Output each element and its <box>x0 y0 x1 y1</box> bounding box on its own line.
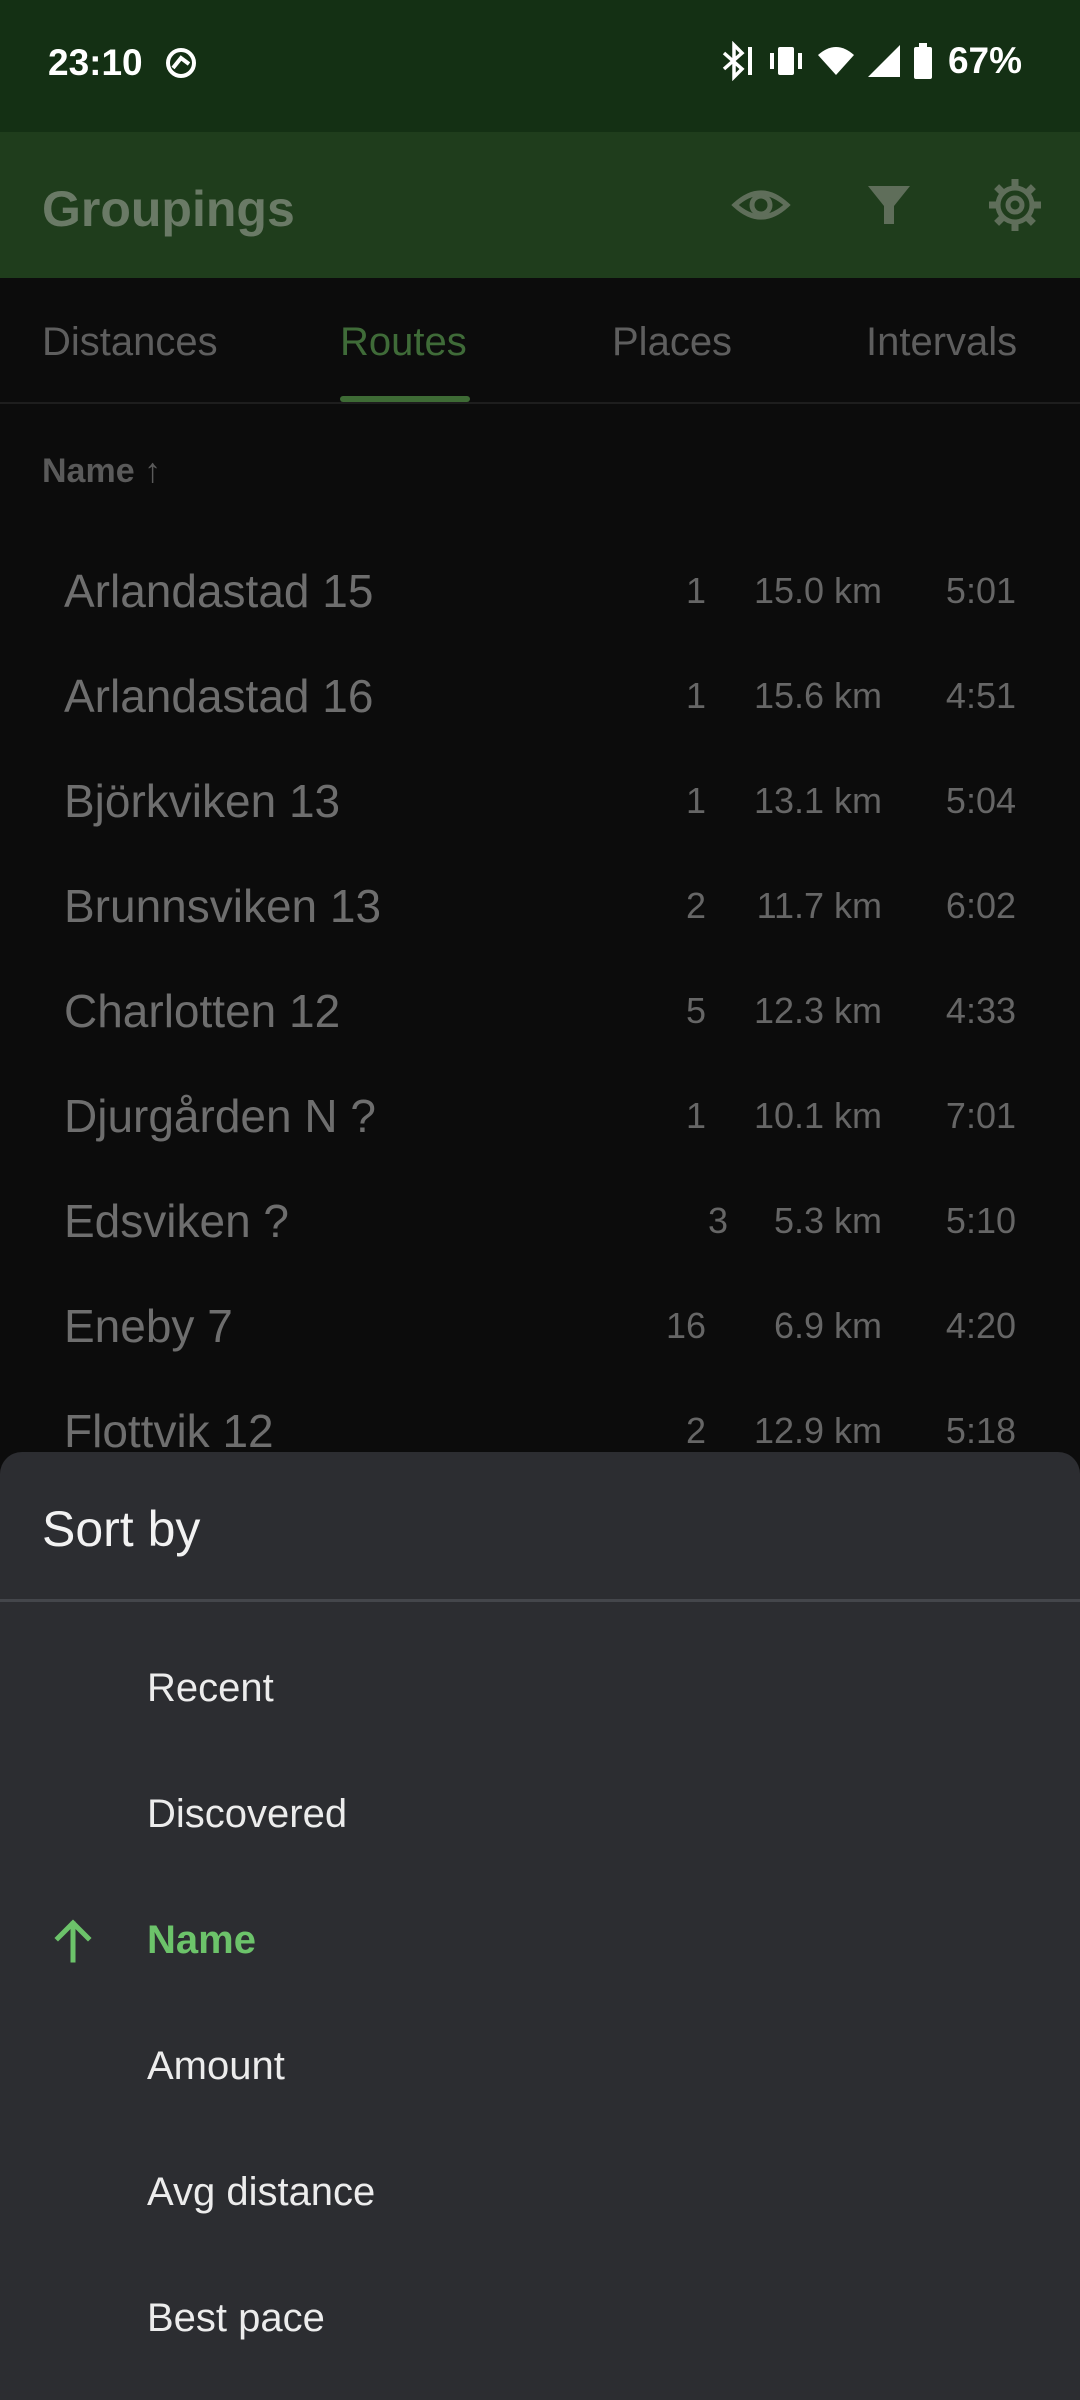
route-name: Björkviken 13 <box>64 775 341 827</box>
route-distance: 6.9 km <box>773 1305 882 1346</box>
route-count: 1 <box>685 780 706 821</box>
route-pace: 4:33 <box>945 990 1016 1031</box>
list-item[interactable]: Eneby 7 16 6.9 km 4:20 <box>0 1273 1080 1377</box>
route-count: 16 <box>665 1305 706 1346</box>
status-icons: 67% <box>716 40 1022 82</box>
tab-bar: Distances Routes Places Intervals <box>0 278 1080 404</box>
route-count: 1 <box>685 570 706 611</box>
sort-option-label: Name <box>147 1918 256 1962</box>
battery-percent: 67% <box>947 40 1022 81</box>
tab-routes[interactable]: Routes <box>340 320 467 365</box>
route-count: 5 <box>685 990 706 1031</box>
sort-option-recent[interactable]: Recent <box>0 1624 1080 1750</box>
filter-icon <box>868 186 910 224</box>
gear-icon <box>989 179 1041 231</box>
sort-option-label: Avg distance <box>147 2170 376 2214</box>
route-pace: 5:04 <box>945 780 1016 821</box>
wifi-icon <box>817 47 854 75</box>
visibility-button[interactable] <box>728 172 794 238</box>
list-item[interactable]: Arlandastad 15 1 15.0 km 5:01 <box>0 538 1080 642</box>
sort-option-discovered[interactable]: Discovered <box>0 1750 1080 1876</box>
route-pace: 7:01 <box>945 1095 1016 1136</box>
route-pace: 5:18 <box>945 1410 1016 1451</box>
list-item[interactable]: Edsviken ? 3 5.3 km 5:10 <box>0 1168 1080 1272</box>
list-item[interactable]: Brunnsviken 13 2 11.7 km 6:02 <box>0 853 1080 957</box>
arrow-up-icon <box>54 1919 92 1963</box>
list-item[interactable]: Djurgården N ? 1 10.1 km 7:01 <box>0 1063 1080 1167</box>
route-count: 2 <box>685 1410 706 1451</box>
route-distance: 12.9 km <box>753 1410 882 1451</box>
sort-option-label: Best pace <box>147 2296 325 2340</box>
bluetooth-icon <box>722 41 752 81</box>
route-distance: 10.1 km <box>753 1095 882 1136</box>
route-distance: 15.0 km <box>753 570 882 611</box>
route-count: 1 <box>685 675 706 716</box>
route-count: 1 <box>685 1095 706 1136</box>
list-item[interactable]: Arlandastad 16 1 15.6 km 4:51 <box>0 643 1080 747</box>
sheet-divider <box>0 1599 1080 1602</box>
sort-option-avg-distance[interactable]: Avg distance <box>0 2128 1080 2254</box>
sort-bottom-sheet: Sort by Recent Discovered Name Amount Av… <box>0 1452 1080 2400</box>
route-name: Charlotten 12 <box>64 985 341 1037</box>
route-pace: 5:10 <box>945 1200 1016 1241</box>
route-pace: 4:51 <box>945 675 1016 716</box>
list-item[interactable]: Björkviken 13 1 13.1 km 5:04 <box>0 748 1080 852</box>
route-distance: 15.6 km <box>753 675 882 716</box>
route-distance: 5.3 km <box>773 1200 882 1241</box>
route-distance: 13.1 km <box>753 780 882 821</box>
sort-option-best-pace[interactable]: Best pace <box>0 2254 1080 2380</box>
route-pace: 5:01 <box>945 570 1016 611</box>
vibrate-icon <box>769 47 802 75</box>
tab-intervals[interactable]: Intervals <box>866 320 1017 365</box>
route-distance: 11.7 km <box>756 885 882 926</box>
route-name: Flottvik 12 <box>64 1405 274 1457</box>
route-name: Eneby 7 <box>64 1300 233 1352</box>
route-name: Arlandastad 15 <box>64 565 374 617</box>
route-name: Djurgården N ? <box>64 1090 376 1142</box>
eye-icon <box>731 190 791 220</box>
route-count: 3 <box>707 1200 728 1241</box>
sort-option-label: Recent <box>147 1666 274 1710</box>
route-name: Edsviken ? <box>64 1195 290 1247</box>
status-time: 23:10 <box>48 42 143 83</box>
sheet-title: Sort by <box>42 1501 201 1557</box>
route-pace: 6:02 <box>945 885 1016 926</box>
tab-distances[interactable]: Distances <box>42 320 218 365</box>
route-pace: 4:20 <box>945 1305 1016 1346</box>
active-tab-indicator <box>340 396 470 402</box>
cellular-signal-icon <box>867 45 900 77</box>
filter-button[interactable] <box>856 172 922 238</box>
sort-option-amount[interactable]: Amount <box>0 2002 1080 2128</box>
route-name: Arlandastad 16 <box>64 670 374 722</box>
battery-icon <box>913 43 932 79</box>
list-item[interactable]: Charlotten 12 5 12.3 km 4:33 <box>0 958 1080 1062</box>
app-notification-icon <box>166 48 196 78</box>
route-distance: 12.3 km <box>753 990 882 1031</box>
app-bar: Groupings <box>0 132 1080 278</box>
settings-button[interactable] <box>982 172 1048 238</box>
sort-option-label: Discovered <box>147 1792 348 1836</box>
page-title: Groupings <box>42 181 295 237</box>
route-name: Brunnsviken 13 <box>64 880 382 932</box>
status-bar: 23:10 67% <box>0 0 1080 132</box>
sort-option-name[interactable]: Name <box>0 1876 1080 2002</box>
sort-option-label: Amount <box>147 2044 285 2088</box>
tab-places[interactable]: Places <box>612 320 732 365</box>
sort-header[interactable]: Name ↑ <box>42 452 161 491</box>
route-count: 2 <box>685 885 706 926</box>
